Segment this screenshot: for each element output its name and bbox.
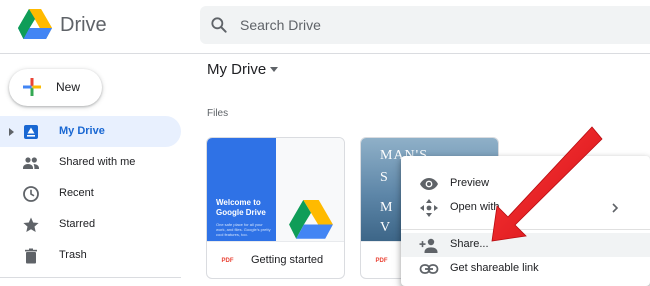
drive-logo-icon xyxy=(289,200,333,239)
move-icon xyxy=(420,199,438,217)
menu-item-label: Open with xyxy=(450,201,500,213)
add-person-icon xyxy=(419,238,438,253)
cover-text: M xyxy=(380,200,394,215)
pdf-file-icon: PDF xyxy=(218,254,237,268)
cover-text: V xyxy=(380,220,392,235)
menu-divider xyxy=(401,229,650,230)
people-icon xyxy=(23,157,39,169)
sidebar-item-label: Recent xyxy=(59,187,94,199)
sidebar-item-label: Starred xyxy=(59,218,96,230)
plus-icon xyxy=(23,78,41,96)
page-title[interactable]: My Drive xyxy=(207,61,266,78)
drive-logo-icon[interactable] xyxy=(18,9,52,40)
search-bar[interactable] xyxy=(200,6,650,44)
menu-item-open-with[interactable]: Open with xyxy=(401,196,650,220)
file-card-footer: PDF Getting started xyxy=(207,241,344,278)
eye-icon xyxy=(420,178,438,190)
search-icon[interactable] xyxy=(209,15,229,35)
sidebar-item-label: My Drive xyxy=(59,125,105,137)
chevron-down-icon[interactable] xyxy=(270,67,278,72)
trash-icon xyxy=(25,248,37,264)
menu-item-label: Share... xyxy=(450,238,489,250)
sidebar-item-label: Trash xyxy=(59,249,87,261)
file-card[interactable]: Welcome to Google Drive One safe place f… xyxy=(206,137,345,279)
cover-text: S xyxy=(380,170,389,185)
search-input[interactable] xyxy=(240,14,620,36)
link-icon xyxy=(419,264,439,274)
pdf-file-icon: PDF xyxy=(372,254,391,268)
sidebar-item-trash[interactable]: Trash xyxy=(0,240,181,271)
menu-item-share[interactable]: Share... xyxy=(401,233,650,257)
new-button-label: New xyxy=(56,80,81,94)
context-menu: Preview Open with Share... Get shareable… xyxy=(401,156,650,286)
thumbnail-subtitle: One safe place for all your work, and fi… xyxy=(216,222,271,237)
drive-window: Drive New My Drive xyxy=(0,0,650,286)
menu-item-label: Get shareable link xyxy=(450,262,539,274)
chevron-right-icon xyxy=(612,203,619,213)
sidebar-item-recent[interactable]: Recent xyxy=(0,178,181,209)
clock-icon xyxy=(23,186,39,202)
file-name: Getting started xyxy=(251,254,324,266)
section-label-files: Files xyxy=(207,108,229,119)
expand-caret-icon[interactable] xyxy=(9,128,14,136)
new-button[interactable]: New xyxy=(9,69,102,106)
sidebar-divider xyxy=(0,277,181,278)
sidebar-item-my-drive[interactable]: My Drive xyxy=(0,116,181,147)
star-icon xyxy=(23,217,39,232)
header-divider xyxy=(0,53,650,54)
sidebar-item-starred[interactable]: Starred xyxy=(0,209,181,240)
file-thumbnail: Welcome to Google Drive One safe place f… xyxy=(207,138,344,241)
my-drive-icon xyxy=(24,125,38,139)
sidebar-item-label: Shared with me xyxy=(59,156,136,168)
app-title: Drive xyxy=(60,14,107,36)
menu-item-label: Preview xyxy=(450,177,490,189)
sidebar-item-shared-with-me[interactable]: Shared with me xyxy=(0,147,181,178)
menu-item-get-shareable-link[interactable]: Get shareable link xyxy=(401,257,650,281)
menu-item-preview[interactable]: Preview xyxy=(401,172,650,196)
thumbnail-title: Welcome to Google Drive xyxy=(216,198,266,217)
